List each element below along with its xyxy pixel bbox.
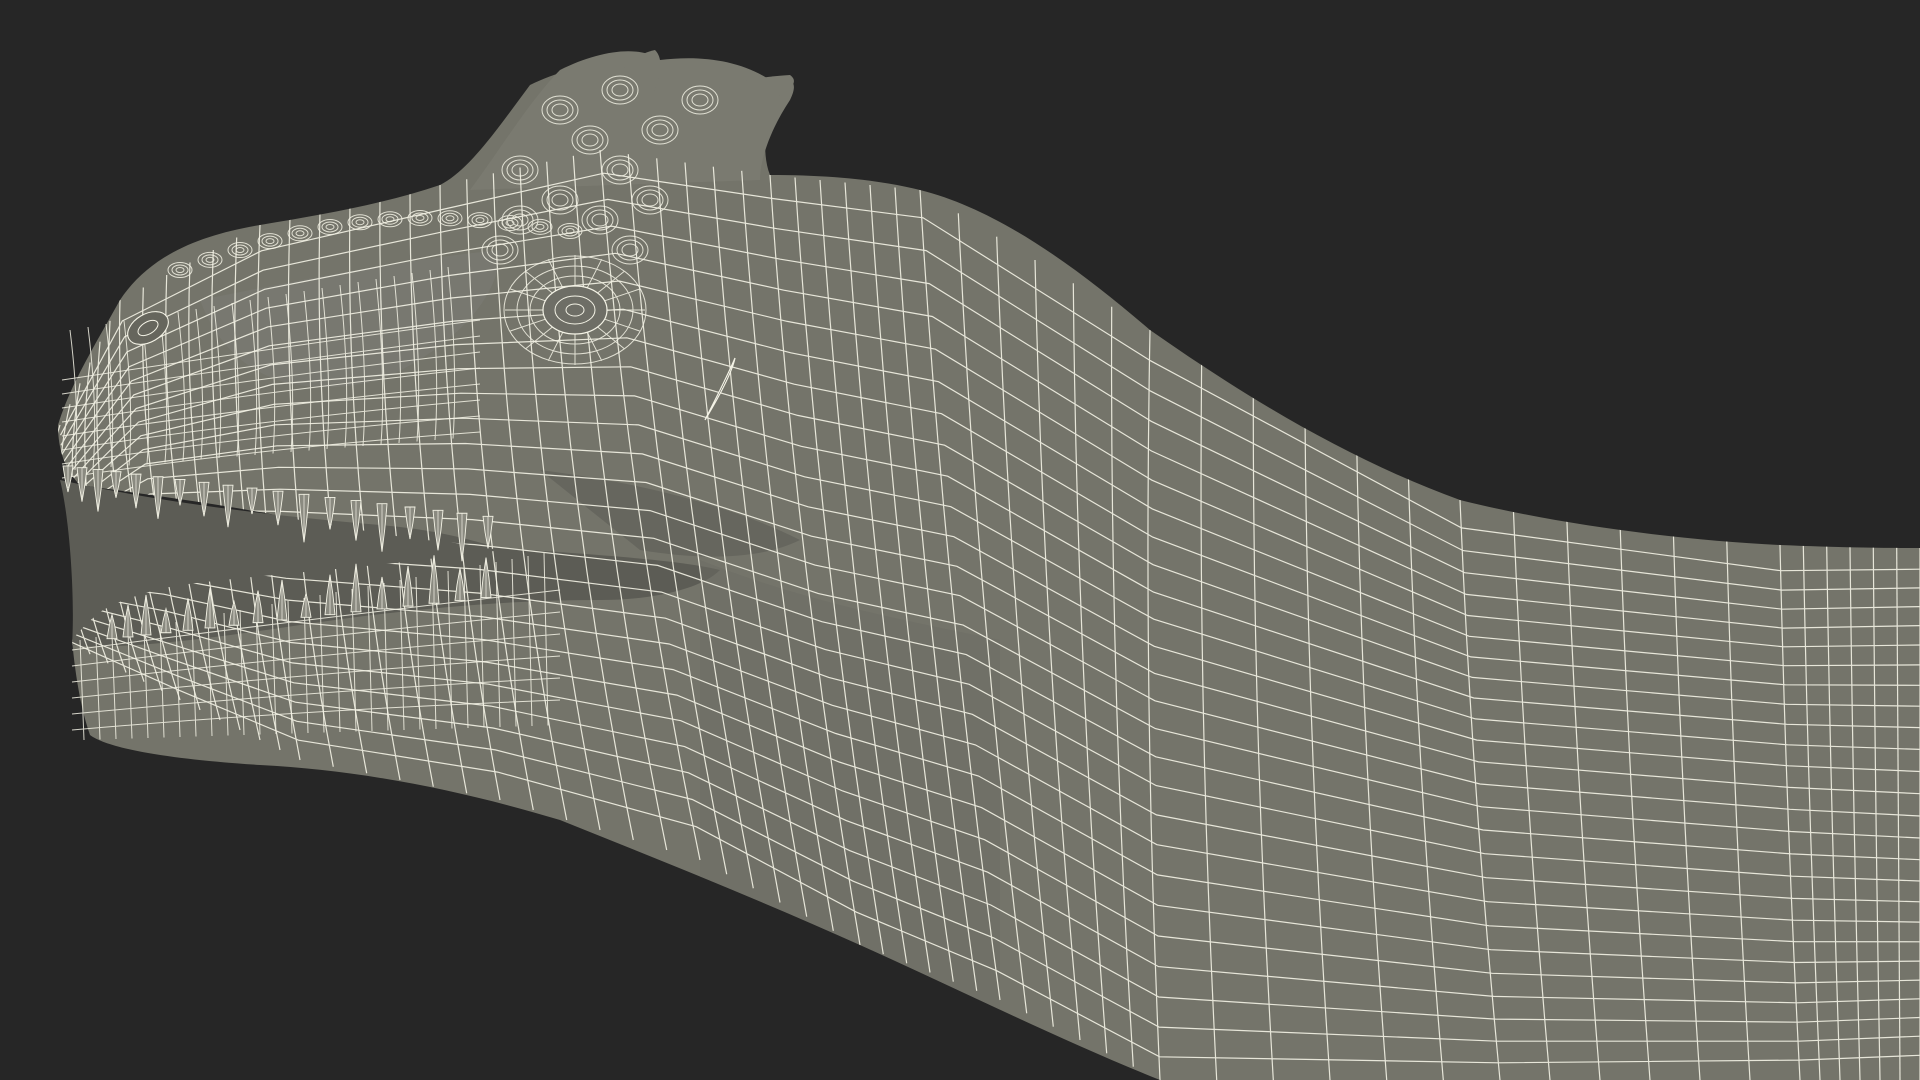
3d-viewport[interactable] <box>0 0 1920 1080</box>
wireframe-render <box>0 0 1920 1080</box>
eye <box>542 285 608 335</box>
